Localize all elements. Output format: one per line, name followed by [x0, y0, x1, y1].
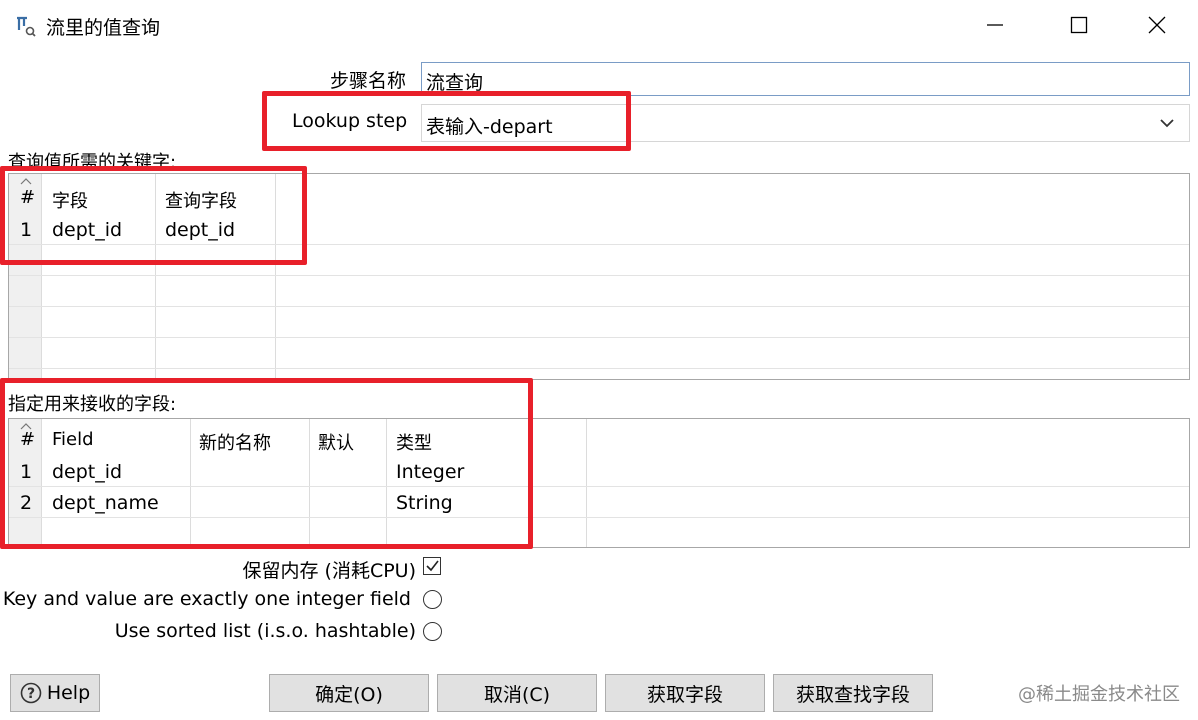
lookup-step-select[interactable]: 表输入-depart	[421, 104, 1190, 142]
keys-table[interactable]: # 字段 查询字段 1 dept_id dept_id	[8, 173, 1190, 380]
checkmark-icon	[426, 560, 439, 572]
maximize-button[interactable]	[1050, 0, 1108, 50]
table-cell[interactable]: Integer	[396, 461, 464, 483]
get-lookup-fields-button[interactable]: 获取查找字段	[773, 674, 933, 712]
window-title: 流里的值查询	[46, 17, 161, 39]
help-icon: ?	[20, 682, 42, 704]
lookup-step-icon	[14, 14, 38, 38]
table-cell[interactable]: dept_id	[52, 219, 122, 241]
help-button[interactable]: ? Help	[10, 674, 100, 712]
fields-header-field: Field	[52, 429, 94, 450]
svg-text:?: ?	[27, 686, 35, 702]
keys-header-lookup-field: 查询字段	[165, 191, 237, 212]
sorted-list-radio[interactable]	[423, 622, 442, 641]
keys-header-field: 字段	[52, 191, 88, 212]
close-button[interactable]	[1128, 0, 1186, 50]
table-row-num: 1	[20, 461, 33, 483]
table-cell[interactable]: dept_id	[52, 461, 122, 483]
preserve-memory-checkbox[interactable]	[423, 557, 441, 575]
minimize-button[interactable]	[966, 0, 1024, 50]
fields-header-num: #	[20, 429, 36, 450]
fields-header-type: 类型	[396, 433, 432, 454]
table-row-num: 1	[20, 219, 33, 241]
keys-header-num: #	[20, 187, 36, 208]
minimize-icon	[987, 24, 1003, 26]
lookup-step-value: 表输入-depart	[426, 116, 553, 138]
ok-button[interactable]: 确定(O)	[269, 674, 429, 712]
preserve-memory-label: 保留内存 (消耗CPU)	[242, 560, 417, 582]
maximize-icon	[1070, 16, 1088, 34]
table-cell[interactable]: String	[396, 492, 453, 514]
step-name-label: 步骤名称	[330, 70, 407, 92]
integer-pair-radio[interactable]	[423, 590, 442, 609]
table-row-num: 2	[20, 492, 33, 514]
sorted-list-label: Use sorted list (i.s.o. hashtable)	[114, 620, 416, 642]
fields-header-default: 默认	[318, 433, 354, 454]
keys-section-label: 查询值所需的关键字:	[8, 152, 177, 173]
integer-pair-label: Key and value are exactly one integer fi…	[2, 588, 411, 610]
step-name-input[interactable]: 流查询	[421, 62, 1190, 96]
help-label: Help	[46, 682, 91, 704]
fields-section-label: 指定用来接收的字段:	[8, 394, 177, 415]
fields-table[interactable]: # Field 新的名称 默认 类型 1 dept_id Integer 2 d…	[8, 418, 1190, 548]
table-cell[interactable]: dept_id	[165, 219, 235, 241]
lookup-step-label: Lookup step	[292, 110, 408, 132]
close-icon	[1148, 16, 1166, 34]
cancel-button[interactable]: 取消(C)	[437, 674, 597, 712]
table-cell[interactable]: dept_name	[52, 492, 159, 514]
title-bar: 流里的值查询	[0, 0, 1198, 50]
get-fields-button[interactable]: 获取字段	[605, 674, 765, 712]
fields-header-new-name: 新的名称	[199, 433, 271, 454]
watermark: @稀土掘金技术社区	[1018, 684, 1180, 705]
sort-caret-icon	[20, 178, 32, 185]
chevron-down-icon[interactable]	[1153, 109, 1181, 137]
